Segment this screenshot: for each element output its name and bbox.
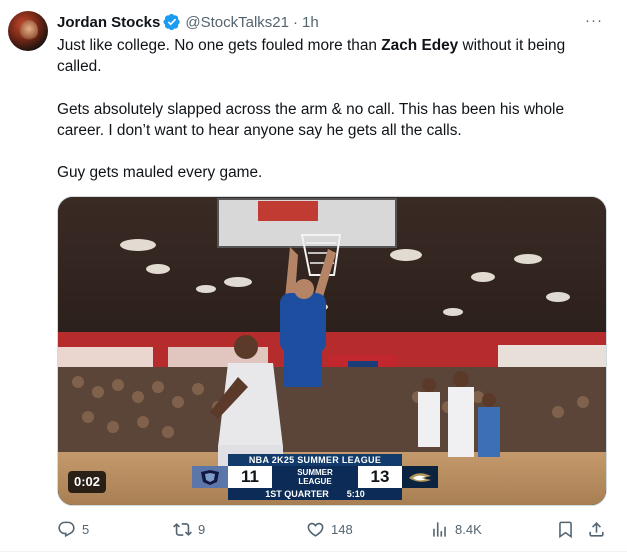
avatar[interactable] <box>8 11 48 51</box>
mentioned-player: Zach Edey <box>381 37 459 54</box>
heart-icon <box>307 522 324 537</box>
repost-count: 9 <box>198 521 206 537</box>
game-period: 1ST QUARTER <box>265 489 329 499</box>
repost-button[interactable]: 9 <box>173 517 205 541</box>
tweet-paragraph-2: Gets absolutely slapped across the arm &… <box>57 100 565 139</box>
timestamp[interactable]: 1h <box>302 14 319 31</box>
video-duration-badge: 0:02 <box>68 471 107 493</box>
share-icon <box>589 521 604 537</box>
like-count: 148 <box>331 521 353 537</box>
scoreboard-status: 1ST QUARTER 5:10 <box>228 488 402 500</box>
game-scoreboard: NBA 2K25 SUMMER LEAGUE 11 SUMMER LEAGUE … <box>192 454 438 500</box>
tweet-paragraph-1: Just like college. No one gets fouled mo… <box>57 35 613 77</box>
summer-league-line-1: SUMMER <box>297 468 333 477</box>
verified-badge-icon[interactable] <box>163 13 181 31</box>
tweet-card[interactable]: Jordan Stocks @StockTalks21 · 1h ··· Jus… <box>0 0 627 552</box>
user-handle[interactable]: @StockTalks21 <box>185 14 289 31</box>
bookmark-icon <box>559 521 572 538</box>
scoreboard-league: NBA 2K25 SUMMER LEAGUE <box>228 454 402 466</box>
reply-icon <box>58 521 75 537</box>
separator-dot: · <box>292 13 298 31</box>
grizzlies-logo-icon <box>192 466 228 488</box>
tweet-text-segment: Just like college. No one gets fouled mo… <box>57 37 382 54</box>
tweet-text: Just like college. No one gets fouled mo… <box>57 35 613 183</box>
home-score: 11 <box>228 466 272 488</box>
away-score: 13 <box>358 466 402 488</box>
views-button[interactable]: 8.4K <box>430 517 482 541</box>
game-clock: 5:10 <box>346 489 365 499</box>
like-button[interactable]: 148 <box>306 517 353 541</box>
display-name[interactable]: Jordan Stocks <box>57 14 160 31</box>
tweet-actions-bar: 5 9 148 8.4K <box>57 517 613 541</box>
summer-league-line-2: LEAGUE <box>298 477 332 486</box>
pelicans-logo-icon <box>402 466 438 488</box>
views-count: 8.4K <box>455 521 482 537</box>
views-chart-icon <box>433 521 446 537</box>
reply-button[interactable]: 5 <box>57 517 89 541</box>
scoreboard-main: 11 SUMMER LEAGUE 13 <box>192 466 438 488</box>
bookmark-button[interactable] <box>556 517 575 541</box>
repost-icon <box>173 522 192 536</box>
share-button[interactable] <box>587 517 606 541</box>
summer-league-logo: SUMMER LEAGUE <box>272 466 358 488</box>
tweet-header: Jordan Stocks @StockTalks21 · 1h <box>57 11 319 33</box>
more-options-icon[interactable]: ··· <box>585 12 603 30</box>
tweet-paragraph-3: Guy gets mauled every game. <box>57 164 263 182</box>
reply-count: 5 <box>82 521 90 537</box>
